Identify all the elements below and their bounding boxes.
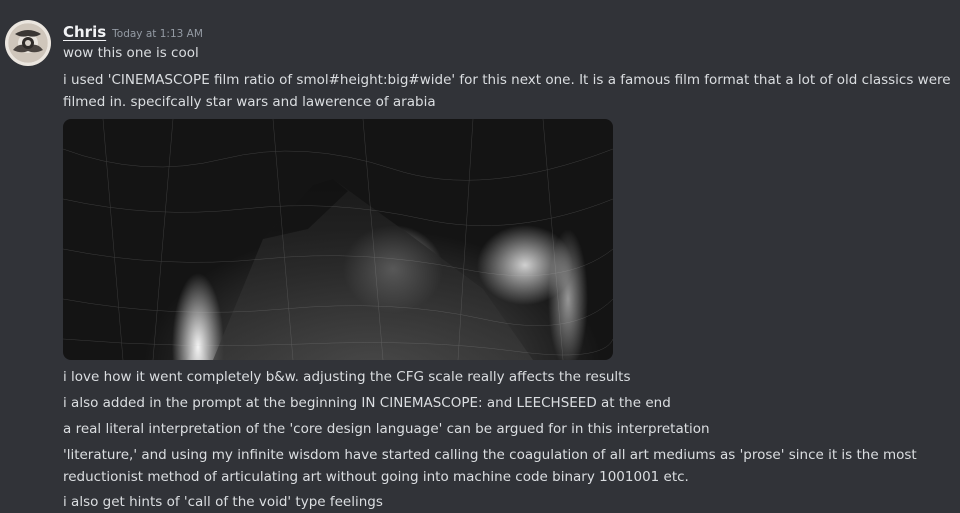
message-line: a real literal interpretation of the 'co… <box>63 421 710 437</box>
message-line: i also get hints of 'call of the void' t… <box>63 494 383 510</box>
image-attachment[interactable] <box>63 119 613 360</box>
message-header: Chris Today at 1:13 AM <box>63 22 203 41</box>
message-line: i also added in the prompt at the beginn… <box>63 395 671 411</box>
message-timestamp: Today at 1:13 AM <box>112 28 203 40</box>
message-line: i used 'CINEMASCOPE film ratio of smol#h… <box>63 72 951 110</box>
message-line: i love how it went completely b&w. adjus… <box>63 369 631 385</box>
message-line: wow this one is cool <box>63 45 199 61</box>
message-line: 'literature,' and using my infinite wisd… <box>63 447 917 485</box>
avatar[interactable] <box>5 20 51 66</box>
author-name[interactable]: Chris <box>63 23 106 41</box>
